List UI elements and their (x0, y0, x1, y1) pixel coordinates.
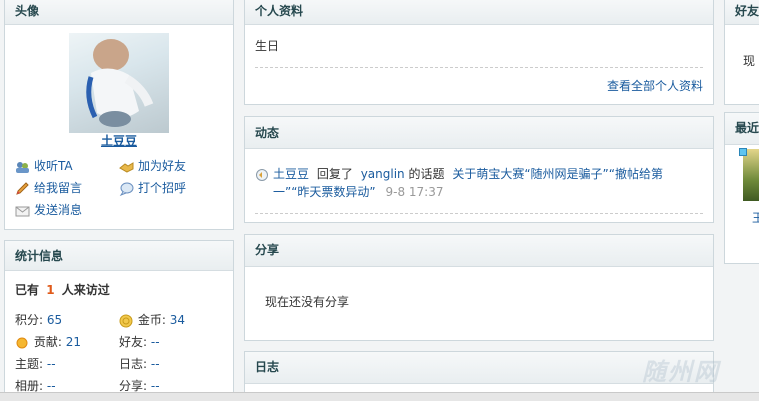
activity-time: 9-8 17:37 (385, 185, 444, 199)
stat-blogs: 日志: -- (119, 357, 160, 371)
view-all-profile-link[interactable]: 查看全部个人资料 (607, 77, 703, 94)
friends-panel: 好友 现 (724, 0, 759, 105)
follow-icon (15, 160, 30, 174)
friends-text: 现 (743, 54, 756, 68)
horizontal-scrollbar[interactable] (0, 392, 759, 401)
share-panel: 分享 现在还没有分享 (244, 234, 714, 341)
leave-message-button[interactable]: 给我留言 (15, 179, 82, 196)
activity-target-user-link[interactable]: yanglin (361, 167, 405, 181)
recent-visitors-panel: 最近 王 (724, 112, 759, 264)
greet-label: 打个招呼 (138, 181, 187, 195)
activity-user-link[interactable]: 土豆豆 (273, 167, 309, 181)
envelope-icon (15, 204, 30, 218)
activity-verb: 回复了 (316, 167, 353, 181)
watermark-text: 随州网 (642, 358, 720, 386)
stat-albums-value[interactable]: -- (47, 379, 56, 393)
coin-icon (119, 314, 134, 328)
stat-blogs-value[interactable]: -- (151, 357, 160, 371)
stats-panel-title: 统计信息 (5, 241, 233, 271)
recent-visitors-title: 最近 (725, 113, 759, 145)
activity-topic-link[interactable]: 关于萌宝大赛“随州网是骗子”“撤帖给第 (452, 167, 663, 181)
pencil-icon (15, 181, 30, 196)
share-panel-title: 分享 (245, 235, 713, 267)
avatar[interactable] (69, 33, 169, 133)
follow-button[interactable]: 收听TA (15, 157, 73, 174)
stat-topics: 主题: -- (15, 357, 56, 371)
visitors-prefix: 已有 (15, 283, 40, 297)
stat-friends-value[interactable]: -- (151, 335, 160, 349)
activity-of-topic: 的话题 (408, 167, 445, 181)
stat-contribution: 贡献: 21 (15, 333, 81, 350)
visitors-summary: 已有 1 人来访过 (15, 281, 110, 298)
profile-panel-title: 个人资料 (245, 0, 713, 25)
recent-visitor-avatar[interactable] (739, 148, 759, 201)
stats-panel: 统计信息 已有 1 人来访过 积分: 65 金币: 34 贡献: 21 好友: … (4, 240, 234, 401)
leave-message-label: 给我留言 (34, 181, 83, 195)
profile-divider (255, 67, 703, 68)
stat-shares-value[interactable]: -- (151, 379, 160, 393)
recent-visitor-name[interactable]: 王 (752, 209, 759, 226)
sun-icon (15, 336, 30, 350)
add-friend-button[interactable]: 加为好友 (119, 157, 186, 174)
greet-icon (119, 182, 134, 196)
stat-friends: 好友: -- (119, 335, 160, 349)
send-message-label: 发送消息 (34, 203, 83, 217)
visitors-count: 1 (46, 283, 55, 297)
stat-coins: 金币: 34 (119, 311, 185, 328)
activity-panel-title: 动态 (245, 117, 713, 149)
stat-coins-value[interactable]: 34 (170, 313, 185, 327)
handshake-icon (119, 160, 134, 174)
greet-button[interactable]: 打个招呼 (119, 179, 186, 196)
watermark: 随州网 (642, 352, 720, 387)
add-friend-label: 加为好友 (138, 159, 187, 173)
profile-birthday-field: 生日 (255, 39, 280, 53)
stat-topics-value[interactable]: -- (47, 357, 56, 371)
avatar-panel-title: 头像 (5, 0, 233, 25)
visitors-suffix: 人来访过 (61, 283, 110, 297)
online-badge-icon (739, 148, 747, 156)
activity-panel: 动态 土豆豆 回复了 yanglin 的话题 关于萌宝大赛“随州网是骗子”“撤帖… (244, 116, 714, 223)
stat-contribution-value[interactable]: 21 (66, 335, 81, 349)
username-link[interactable]: 土豆豆 (5, 132, 233, 149)
stat-points-value[interactable]: 65 (47, 313, 62, 327)
profile-panel: 个人资料 生日 查看全部个人资料 (244, 0, 714, 105)
activity-divider (255, 213, 703, 214)
avatar-panel: 头像 土豆豆 收听TA 加为好友 给我留言 打个招呼 发送消息 (4, 0, 234, 230)
send-message-button[interactable]: 发送消息 (15, 201, 82, 218)
reply-icon (255, 168, 270, 182)
stat-points: 积分: 65 (15, 313, 63, 327)
activity-item: 土豆豆 回复了 yanglin 的话题 关于萌宝大赛“随州网是骗子”“撤帖给第 … (255, 165, 695, 201)
friends-panel-title: 好友 (725, 0, 759, 25)
follow-label: 收听TA (34, 159, 73, 173)
activity-topic-link-cont[interactable]: 一”“昨天票数异动” (273, 185, 376, 199)
share-empty-text: 现在还没有分享 (265, 295, 350, 309)
